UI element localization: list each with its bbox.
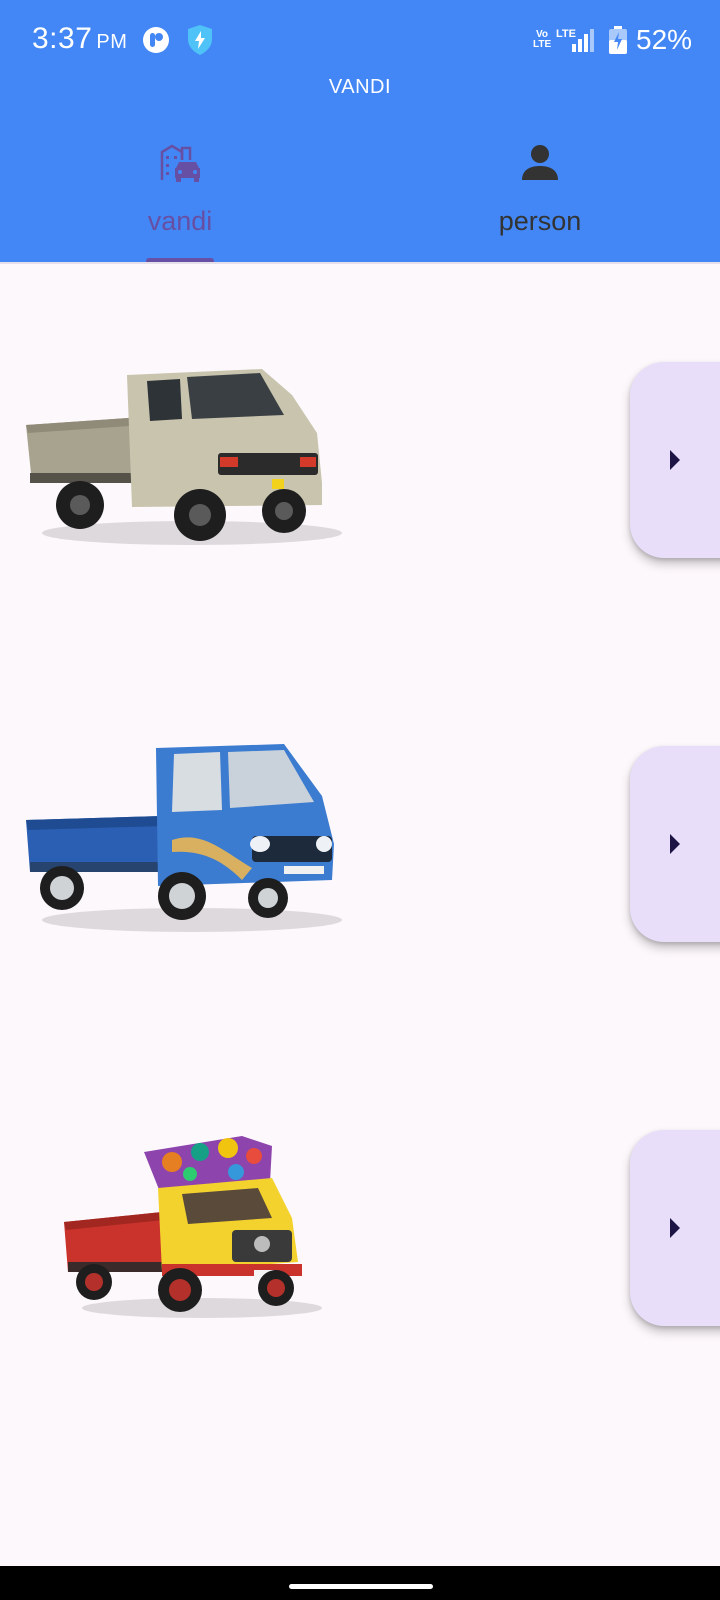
tab-person-label: person	[498, 206, 582, 236]
tab-person[interactable]: person	[360, 130, 720, 262]
blue-mini-truck-image	[26, 744, 342, 932]
arrow-right-icon	[670, 834, 680, 854]
beige-pickup-truck-image	[26, 369, 342, 545]
app-notification-icon	[143, 27, 169, 53]
tab-divider	[0, 262, 720, 264]
city-car-icon	[160, 144, 200, 182]
vehicle-3-open-button[interactable]	[630, 1130, 720, 1326]
app-top-bar: 3:37 PM Vo LTE LTE 52% VANDI vandi perso…	[0, 0, 720, 263]
tab-vandi[interactable]: vandi	[0, 130, 360, 263]
decorated-red-yellow-truck-image	[64, 1136, 322, 1318]
shield-bolt-icon	[188, 25, 212, 55]
vehicle-1-open-button[interactable]	[630, 362, 720, 558]
arrow-right-icon	[670, 450, 680, 470]
battery-charging-icon	[609, 26, 627, 54]
status-time-value: 3:37	[32, 22, 93, 55]
status-bar: 3:37 PM Vo LTE LTE 52%	[0, 0, 720, 80]
arrow-right-icon	[670, 1218, 680, 1238]
volte-indicator: Vo LTE	[533, 29, 552, 50]
person-icon	[522, 145, 558, 180]
home-gesture-handle[interactable]	[289, 1584, 433, 1589]
system-navigation-bar	[0, 1566, 720, 1600]
battery-percentage: 52%	[636, 24, 693, 55]
vehicle-2-open-button[interactable]	[630, 746, 720, 942]
signal-strength-icon	[572, 29, 594, 52]
tab-vandi-label: vandi	[147, 206, 213, 236]
status-time-ampm: PM	[96, 31, 128, 53]
status-time: 3:37 PM	[32, 22, 127, 56]
app-title: VANDI	[328, 76, 392, 98]
